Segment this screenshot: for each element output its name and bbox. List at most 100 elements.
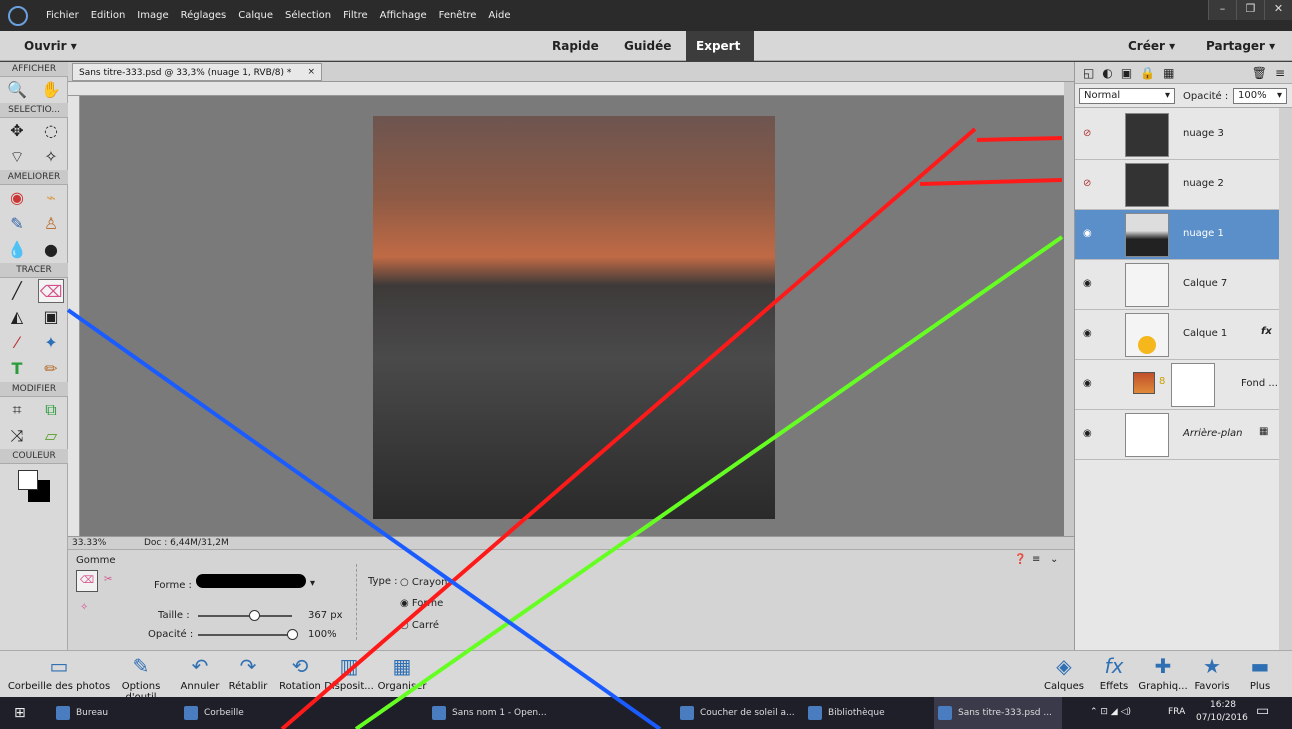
taskbar-item[interactable]: Corbeille <box>180 697 244 729</box>
delete-layer-icon[interactable]: 🗑 <box>1252 66 1267 80</box>
taskbar-item[interactable]: Bureau <box>52 697 108 729</box>
type-tool-icon[interactable]: T <box>4 357 30 381</box>
taskbar-item-active[interactable]: Sans titre-333.psd ... <box>934 697 1062 729</box>
open-button[interactable]: Ouvrir ▾ <box>14 31 87 61</box>
layer-row[interactable]: ◉ Calque 1 fx <box>1075 310 1279 360</box>
smart-brush-icon[interactable]: ✎ <box>4 212 30 236</box>
layers-button[interactable]: ◈ Calques <box>1040 653 1088 692</box>
eye-hidden-icon[interactable]: ⊘ <box>1083 178 1091 189</box>
radio-carre[interactable]: ○ Carré <box>400 620 439 631</box>
taille-slider-knob[interactable] <box>249 610 261 621</box>
menu-affichage[interactable]: Affichage <box>374 10 433 21</box>
menu-edition[interactable]: Edition <box>85 10 132 21</box>
mode-rapide[interactable]: Rapide <box>542 31 609 61</box>
layer-row[interactable]: ⊘ nuage 3 <box>1075 110 1279 160</box>
red-eye-tool-icon[interactable]: ◉ <box>4 186 30 210</box>
layer-row[interactable]: ◉ Arrière-plan ▦ <box>1075 410 1279 460</box>
taskbar-item[interactable]: Bibliothèque <box>804 697 885 729</box>
healing-brush-icon[interactable]: ⌁ <box>38 186 64 210</box>
ellipse-marquee-icon[interactable]: ◌ <box>38 119 64 143</box>
eye-icon[interactable]: ◉ <box>1083 428 1092 439</box>
menu-reglages[interactable]: Réglages <box>175 10 233 21</box>
radio-crayon[interactable]: ○ Crayon <box>400 577 448 588</box>
magic-wand-icon[interactable]: ✧ <box>38 145 64 169</box>
opacite-slider[interactable] <box>198 629 298 640</box>
menu-filtre[interactable]: Filtre <box>337 10 374 21</box>
favorites-button[interactable]: ★ Favoris <box>1190 653 1234 692</box>
eye-icon[interactable]: ◉ <box>1083 278 1092 289</box>
menu-aide[interactable]: Aide <box>482 10 516 21</box>
taskbar-item[interactable]: Sans nom 1 - Open... <box>428 697 547 729</box>
clock-date[interactable]: 07/10/2016 <box>1196 713 1248 723</box>
radio-forme[interactable]: ◉ Forme <box>400 598 443 609</box>
blur-tool-icon[interactable]: 💧 <box>4 238 30 262</box>
mode-guidee[interactable]: Guidée <box>614 31 681 61</box>
document-tab[interactable]: Sans titre-333.psd @ 33,3% (nuage 1, RVB… <box>72 63 322 81</box>
taille-slider[interactable] <box>198 610 292 621</box>
content-aware-move-icon[interactable]: ⤨ <box>4 424 30 448</box>
eyedropper-icon[interactable]: ⁄ <box>4 331 30 355</box>
lock-icon[interactable]: 🔒 <box>1140 66 1155 80</box>
menu-fichier[interactable]: Fichier <box>40 10 85 21</box>
fill-layer-icon[interactable]: ◐ <box>1102 66 1112 80</box>
sponge-tool-icon[interactable]: ● <box>38 238 64 262</box>
layer-row[interactable]: ⊘ nuage 2 <box>1075 160 1279 210</box>
image-canvas[interactable] <box>373 116 775 519</box>
crop-tool-icon[interactable]: ⌗ <box>4 398 30 422</box>
chevron-down-icon[interactable]: ▾ <box>310 578 315 589</box>
brush-tool-icon[interactable]: ╱ <box>4 279 30 303</box>
layer-row[interactable]: ◉ Calque 7 <box>1075 260 1279 310</box>
graphics-button[interactable]: ✚ Graphiq... <box>1138 653 1188 692</box>
layer-row[interactable]: ◉ 8 Fond ... <box>1075 360 1279 410</box>
panel-menu-icon[interactable]: ≡ <box>1275 66 1285 80</box>
zoom-tool-icon[interactable]: 🔍 <box>4 78 30 102</box>
photo-bin-button[interactable]: ▭ Corbeille des photos <box>0 653 118 692</box>
undo-button[interactable]: ↶ Annuler <box>178 653 222 692</box>
more-button[interactable]: ▬ Plus <box>1240 653 1280 692</box>
recompose-tool-icon[interactable]: ⧉ <box>38 398 64 422</box>
hand-tool-icon[interactable]: ✋ <box>38 78 64 102</box>
layers-scrollbar[interactable] <box>1279 108 1292 650</box>
eraser-mode-icon[interactable]: ⌫ <box>76 570 98 592</box>
straighten-tool-icon[interactable]: ▱ <box>38 424 64 448</box>
menu-fenetre[interactable]: Fenêtre <box>433 10 483 21</box>
language-indicator[interactable]: FRA <box>1168 707 1185 717</box>
move-tool-icon[interactable]: ✥ <box>4 119 30 143</box>
tray-icons[interactable]: ⌃ ⊡ ◢ ◁) <box>1090 707 1131 717</box>
mode-expert[interactable]: Expert <box>686 31 754 61</box>
opacity-select[interactable]: 100% ▾ <box>1233 88 1287 104</box>
layout-button[interactable]: ▥ Disposit... <box>322 653 376 692</box>
taskbar-item[interactable]: Coucher de soleil a... <box>676 697 795 729</box>
opacite-slider-knob[interactable] <box>287 629 298 640</box>
menu-image[interactable]: Image <box>131 10 174 21</box>
tool-options-button[interactable]: ✎Options d'outil <box>106 653 176 703</box>
redo-button[interactable]: ↷ Rétablir <box>226 653 270 692</box>
help-icon[interactable]: ❓ <box>1014 554 1026 565</box>
vertical-scrollbar[interactable] <box>1064 82 1074 536</box>
layer-row-selected[interactable]: ◉ nuage 1 <box>1075 210 1279 260</box>
close-tab-icon[interactable]: × <box>307 67 315 77</box>
lasso-tool-icon[interactable]: ⌔ <box>4 145 30 169</box>
clone-stamp-icon[interactable]: ♙ <box>38 212 64 236</box>
magic-eraser-icon[interactable]: ✧ <box>80 602 88 613</box>
menu-selection[interactable]: Sélection <box>279 10 337 21</box>
brush-preview[interactable] <box>196 574 306 588</box>
share-button[interactable]: Partager ▾ <box>1196 31 1285 61</box>
clock-time[interactable]: 16:28 <box>1210 700 1236 710</box>
close-button[interactable]: ✕ <box>1264 0 1292 20</box>
lock-transparency-icon[interactable]: ▦ <box>1163 66 1174 80</box>
eye-icon[interactable]: ◉ <box>1083 228 1092 239</box>
rotate-button[interactable]: ⟲ Rotation <box>276 653 324 692</box>
gradient-tool-icon[interactable]: ▣ <box>38 305 64 329</box>
notification-icon[interactable]: ▭ <box>1256 703 1269 719</box>
pencil-tool-icon[interactable]: ✏ <box>38 357 64 381</box>
eye-icon[interactable]: ◉ <box>1083 328 1092 339</box>
restore-button[interactable]: ❐ <box>1236 0 1264 20</box>
new-layer-icon[interactable]: ◱ <box>1083 66 1094 80</box>
effects-button[interactable]: fx Effets <box>1094 653 1134 692</box>
menu-calque[interactable]: Calque <box>232 10 279 21</box>
create-button[interactable]: Créer ▾ <box>1118 31 1185 61</box>
organizer-button[interactable]: ▦ Organiser <box>376 653 428 692</box>
eye-icon[interactable]: ◉ <box>1083 378 1092 389</box>
windows-start-icon[interactable]: ⊞ <box>14 705 26 721</box>
